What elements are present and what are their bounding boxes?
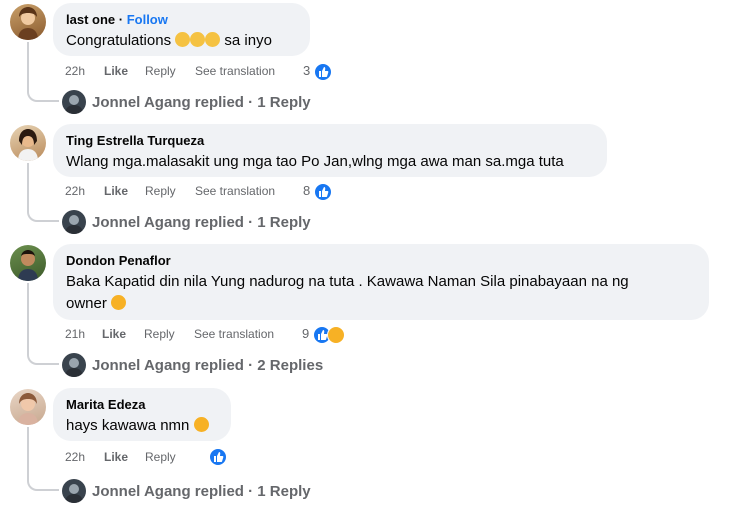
like-icon (209, 447, 227, 466)
thread-connector (27, 88, 59, 102)
thread-connector (27, 208, 59, 222)
avatar[interactable] (10, 125, 46, 161)
reaction-count: 9 (302, 326, 310, 341)
like-button[interactable]: Like (104, 63, 128, 79)
reply-button[interactable]: Reply (145, 183, 176, 199)
reply-avatar (62, 479, 86, 503)
comment-author[interactable]: Ting Estrella Turqueza (66, 132, 594, 149)
comment-text: Congratulations sa inyo (66, 32, 272, 49)
comment-text: Baka Kapatid din nila Yung nadurog na tu… (66, 273, 629, 312)
reaction-summary[interactable]: 3 (303, 61, 332, 81)
reaction-count: 3 (303, 63, 311, 78)
comment-bubble: Dondon Penaflor Baka Kapatid din nila Yu… (53, 244, 709, 320)
avatar[interactable] (10, 245, 46, 281)
separator-dot: · (118, 12, 127, 27)
comment-bubble: Ting Estrella Turqueza Wlang mga.malasak… (53, 124, 607, 177)
replies-summary: Jonnel Agang replied · 1 Reply (92, 213, 311, 231)
replies-link[interactable]: Jonnel Agang replied · 2 Replies (62, 353, 323, 377)
comment-author[interactable]: last one (66, 12, 115, 27)
reply-button[interactable]: Reply (145, 449, 176, 465)
thread-connector (27, 479, 59, 491)
clap-emoji (190, 32, 206, 47)
see-translation-link[interactable]: See translation (194, 326, 274, 342)
sad-icon (326, 325, 345, 344)
follow-link[interactable]: Follow (127, 12, 168, 27)
comment-text: Wlang mga.malasakit ung mga tao Po Jan,w… (66, 153, 564, 170)
comment-text: hays kawawa nmn (66, 416, 218, 436)
comment-time[interactable]: 22h (65, 63, 85, 79)
thread-line (27, 427, 29, 481)
replies-summary: Jonnel Agang replied · 1 Reply (92, 482, 311, 500)
reaction-summary[interactable]: 8 (303, 181, 332, 201)
sad-emoji (193, 417, 209, 432)
reply-avatar (62, 210, 86, 234)
reply-button[interactable]: Reply (144, 326, 175, 342)
replies-summary: Jonnel Agang replied · 1 Reply (92, 93, 311, 111)
replies-summary: Jonnel Agang replied · 2 Replies (92, 356, 324, 374)
comment-bubble: last one · Follow Congratulations sa iny… (53, 3, 310, 56)
reply-avatar (62, 353, 86, 377)
reaction-summary[interactable] (209, 446, 227, 466)
avatar[interactable] (10, 4, 46, 40)
thread-line (27, 283, 29, 355)
thread-line (27, 42, 29, 90)
comment-actions: 22h Like Reply (65, 449, 265, 465)
see-translation-link[interactable]: See translation (195, 63, 275, 79)
clap-emoji (175, 32, 191, 47)
comment-time[interactable]: 22h (65, 449, 85, 465)
sad-emoji (111, 295, 127, 310)
reply-avatar (62, 90, 86, 114)
comment-time[interactable]: 22h (65, 183, 85, 199)
see-translation-link[interactable]: See translation (195, 183, 275, 199)
like-button[interactable]: Like (104, 183, 128, 199)
like-button[interactable]: Like (104, 449, 128, 465)
replies-link[interactable]: Jonnel Agang replied · 1 Reply (62, 479, 311, 503)
avatar[interactable] (10, 389, 46, 425)
thread-line (27, 163, 29, 210)
comment-bubble: Marita Edeza hays kawawa nmn (53, 388, 231, 441)
comment-author[interactable]: Dondon Penaflor (66, 252, 696, 269)
like-button[interactable]: Like (102, 326, 126, 342)
clap-emoji (205, 32, 221, 47)
thread-connector (27, 353, 59, 365)
reaction-summary[interactable]: 9 (302, 324, 345, 344)
reaction-count: 8 (303, 183, 311, 198)
comment-author[interactable]: Marita Edeza (66, 396, 218, 413)
reply-button[interactable]: Reply (145, 63, 176, 79)
like-icon (313, 62, 332, 81)
like-icon (313, 182, 332, 201)
replies-link[interactable]: Jonnel Agang replied · 1 Reply (62, 90, 311, 114)
replies-link[interactable]: Jonnel Agang replied · 1 Reply (62, 210, 311, 234)
comment-time[interactable]: 21h (65, 326, 85, 342)
